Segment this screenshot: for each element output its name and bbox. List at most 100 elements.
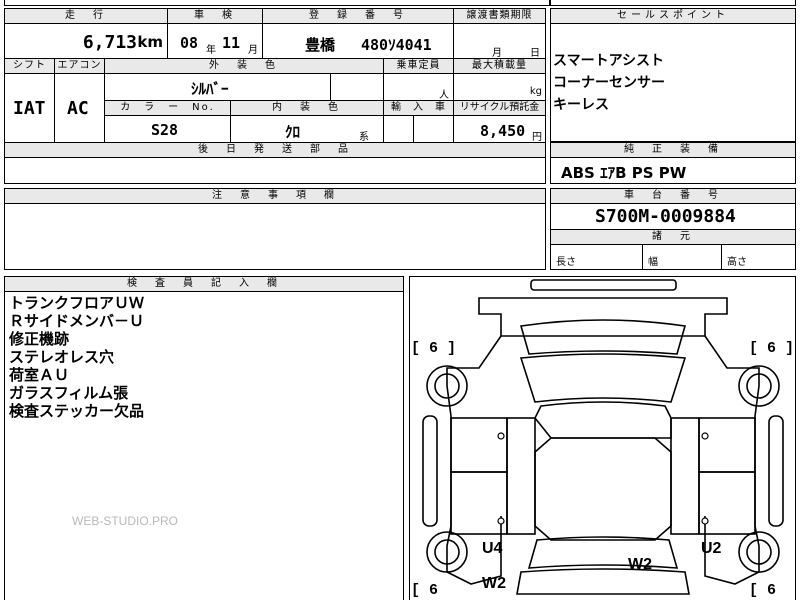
chassis-number-value: S700M-0009884 xyxy=(595,206,736,227)
chassis-number-cell: S700M-0009884 xyxy=(550,203,796,230)
inspector-notes-header: 検 査 員 記 入 欄 xyxy=(4,276,404,292)
inspection-month-unit: 月 xyxy=(248,45,258,56)
shift-value: IAT xyxy=(13,98,46,119)
interior-color-cell: ｸﾛ 系 xyxy=(230,115,384,143)
inspector-note: 検査ステッカー欠品 xyxy=(9,402,145,420)
color-number-value: S28 xyxy=(151,121,179,139)
transfer-deadline-cell: 月 日 xyxy=(453,23,546,59)
registration-number: 480ｿ4041 xyxy=(361,36,432,54)
door-right-front xyxy=(698,417,756,473)
watermark: WEB-STUDIO.PRO xyxy=(72,514,179,528)
shift-label: シフト xyxy=(4,58,55,74)
exterior-color-value: ｼﾙﾊﾞｰ xyxy=(191,80,229,98)
car-diagram xyxy=(422,279,784,595)
rear-window-outline xyxy=(527,536,679,569)
mileage-unit: km xyxy=(137,33,163,51)
shift-cell: IAT xyxy=(4,73,55,143)
recycle-deposit-cell: 8,450 円 xyxy=(453,115,546,143)
interior-color-suffix: 系 xyxy=(359,132,369,143)
import-cell-a xyxy=(383,115,414,143)
color-number-label: カ ラ ー No. xyxy=(104,100,231,116)
transfer-day-unit: 日 xyxy=(530,48,540,59)
specs-header: 諸 元 xyxy=(550,229,796,245)
top-clipped-strip xyxy=(4,0,550,6)
door-right-rear xyxy=(698,471,756,535)
inspection-month: 11 xyxy=(222,34,241,52)
sales-points-list: スマートアシスト コーナーセンサー キーレス xyxy=(553,50,665,116)
capacity-label: 乗車定員 xyxy=(383,58,454,74)
capacity-cell: 人 xyxy=(383,73,454,101)
damage-mark-w2-left: W2 xyxy=(482,575,506,592)
sales-point-item: コーナーセンサー xyxy=(553,75,665,91)
mirror-right xyxy=(768,415,784,527)
later-parts-cell xyxy=(4,157,546,184)
spec-width-cell: 幅 xyxy=(642,244,722,270)
transfer-deadline-label: 譲渡書類期限 xyxy=(453,8,546,24)
damage-mark-u4: U4 xyxy=(482,540,503,557)
inspection-label: 車 検 xyxy=(167,8,263,24)
front-end-outline xyxy=(478,297,728,337)
equipment-cell: ABS ｴｱB PS PW xyxy=(550,157,796,184)
equipment-header: 純 正 装 備 xyxy=(550,142,796,158)
windshield-outline xyxy=(519,353,687,403)
exterior-color-cell: ｼﾙﾊﾞｰ xyxy=(104,73,331,101)
panel-left-inner xyxy=(506,417,536,535)
spec-height-cell: 高さ xyxy=(721,244,796,270)
max-load-cell: kg xyxy=(453,73,546,101)
chassis-number-header: 車 台 番 号 xyxy=(550,188,796,204)
registration-cell: 豊橋 480ｿ4041 xyxy=(262,23,454,59)
inspector-note: ステレオレス穴 xyxy=(9,348,115,366)
aircon-value: AC xyxy=(67,98,89,119)
inspection-year: 08 xyxy=(180,34,199,52)
capacity-unit: 人 xyxy=(439,90,449,101)
color-number-cell: S28 xyxy=(104,115,231,143)
registration-area: 豊橋 xyxy=(305,36,336,54)
handle-rr xyxy=(701,517,709,525)
registration-label: 登 録 番 号 xyxy=(262,8,454,24)
inspector-note: Ｒサイドメンバ－Ｕ xyxy=(9,312,145,330)
tire-depth-front-right: [ 6 ] xyxy=(749,340,795,357)
top-right-clipped-strip xyxy=(550,0,796,6)
exterior-color-label: 外 装 色 xyxy=(104,58,384,74)
spec-width-label: 幅 xyxy=(648,257,658,268)
import-cell-b xyxy=(413,115,454,143)
aircon-cell: AC xyxy=(54,73,105,143)
handle-lr xyxy=(497,517,505,525)
sales-points-header: セールスポイント xyxy=(550,8,796,24)
mileage-label: 走 行 xyxy=(4,8,168,24)
inspection-cell: 08 年 11 月 xyxy=(167,23,263,59)
max-load-label: 最大積載量 xyxy=(453,58,546,74)
cabin-outline xyxy=(534,437,672,541)
inspector-notes-list: トランクフロアＵＷ Ｒサイドメンバ－Ｕ 修正機跡 ステレオレス穴 荷室ＡＵ ガラ… xyxy=(9,294,144,420)
import-label: 輸 入 車 xyxy=(383,100,454,116)
inspector-note: トランクフロアＵＷ xyxy=(9,294,145,312)
recycle-deposit-label: リサイクル預託金 xyxy=(453,100,546,116)
exterior-color-extra-cell xyxy=(330,73,384,101)
inspector-note: 荷室ＡＵ xyxy=(9,366,70,384)
interior-color-value: ｸﾛ xyxy=(285,123,301,141)
spec-height-label: 高さ xyxy=(727,257,747,268)
handle-rf xyxy=(701,432,709,440)
mileage-cell: 6,713 km xyxy=(4,23,168,59)
interior-color-label: 内 装 色 xyxy=(230,100,384,116)
hood-outline xyxy=(519,319,687,355)
roof-outline xyxy=(534,401,672,439)
max-load-unit: kg xyxy=(529,86,542,97)
caution-header: 注 意 事 項 欄 xyxy=(4,188,546,204)
rear-outline xyxy=(516,568,690,595)
transfer-month-unit: 月 xyxy=(492,48,502,59)
damage-mark-u2: U2 xyxy=(701,540,722,557)
mirror-left xyxy=(422,415,438,527)
recycle-deposit-unit: 円 xyxy=(532,132,542,143)
equipment-value: ABS ｴｱB PS PW xyxy=(561,164,687,182)
sales-point-item: スマートアシスト xyxy=(553,53,665,69)
spec-length-cell: 長さ xyxy=(550,244,643,270)
inspection-year-unit: 年 xyxy=(206,45,216,56)
door-left-front xyxy=(450,417,508,473)
aircon-label: エアコン xyxy=(54,58,105,74)
inspector-note: 修正機跡 xyxy=(9,330,70,348)
tire-depth-front-left: [ 6 ] xyxy=(411,340,457,357)
later-parts-label: 後 日 発 送 部 品 xyxy=(4,142,546,158)
inspector-note: ガラスフィルム張 xyxy=(9,384,129,402)
damage-mark-w2-center: W2 xyxy=(628,556,652,573)
